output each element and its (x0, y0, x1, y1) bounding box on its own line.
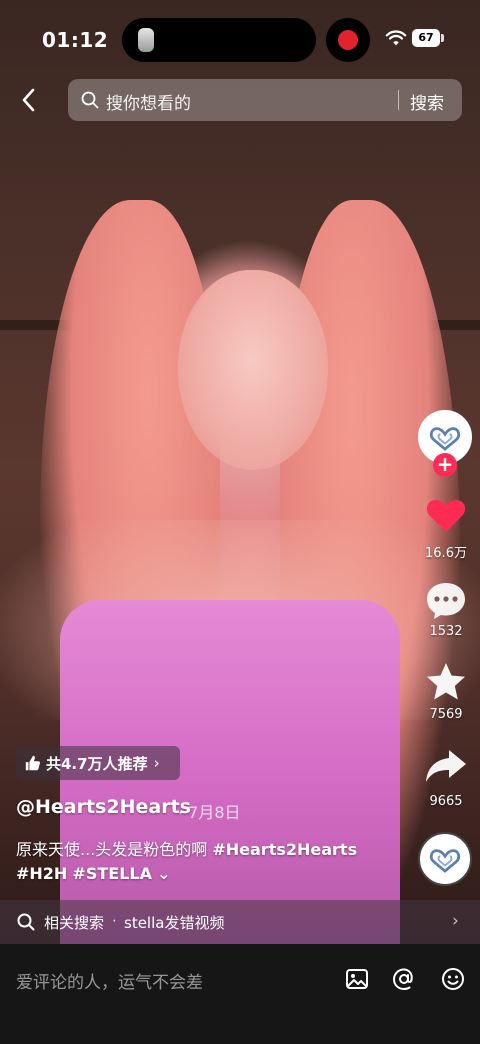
status-time: 01:12 (42, 28, 109, 52)
battery-indicator: 67 (412, 29, 440, 47)
image-icon[interactable] (344, 966, 370, 992)
record-dot-icon (338, 30, 358, 50)
battery-tip (441, 34, 444, 42)
expand-caption-chevron-icon[interactable]: ⌄ (157, 864, 170, 883)
status-bar: 01:12 67 (0, 0, 480, 78)
related-separator: · (112, 912, 117, 930)
thumbs-up-icon (25, 755, 40, 771)
comment-input[interactable]: 爱评论的人，运气不会差 (16, 968, 203, 993)
like-count: 16.6万 (425, 546, 467, 561)
favorite-count: 7569 (429, 707, 463, 722)
comment-bar (0, 944, 480, 1044)
hashtag[interactable]: #H2H (16, 864, 67, 883)
video-subject-face (178, 270, 328, 470)
search-divider (398, 90, 399, 110)
music-disc-avatar[interactable] (418, 832, 472, 886)
recommend-text: 共4.7万人推荐 (46, 754, 148, 773)
hearts-logo-icon (420, 834, 470, 884)
heart-icon[interactable] (424, 494, 468, 538)
related-search-query[interactable]: stella发错视频 (124, 912, 224, 933)
comment-count: 1532 (429, 624, 463, 639)
hashtag[interactable]: #STELLA (72, 864, 152, 883)
hashtag[interactable]: #Hearts2Hearts (212, 840, 357, 859)
search-icon (17, 913, 35, 931)
chevron-right-icon[interactable]: › (452, 911, 459, 931)
related-search-label: 相关搜索 (44, 914, 105, 932)
video-caption: 原来天使...头发是粉色的啊 #Hearts2Hearts #H2H #STEL… (16, 838, 416, 886)
search-button[interactable]: 搜索 (410, 89, 444, 114)
follow-button[interactable]: + (433, 453, 457, 477)
emoji-icon[interactable] (440, 966, 466, 992)
flashlight-icon (138, 28, 154, 52)
share-arrow-icon[interactable] (424, 744, 468, 788)
wifi-icon (385, 30, 407, 46)
comment-icon[interactable] (424, 578, 468, 622)
star-icon[interactable] (424, 660, 468, 704)
mention-at-icon[interactable] (391, 966, 417, 992)
chevron-right-icon: › (153, 754, 160, 772)
recommend-chip[interactable]: 共4.7万人推荐 › (16, 746, 180, 780)
search-icon (81, 91, 99, 109)
search-placeholder: 搜你想看的 (106, 94, 191, 114)
author-name[interactable]: @Hearts2Hearts (16, 796, 191, 818)
post-date: · 7月8日 (178, 803, 241, 822)
caption-text: 原来天使...头发是粉色的啊 (16, 840, 213, 859)
back-chevron-icon[interactable] (14, 84, 46, 116)
share-count: 9665 (429, 794, 463, 809)
